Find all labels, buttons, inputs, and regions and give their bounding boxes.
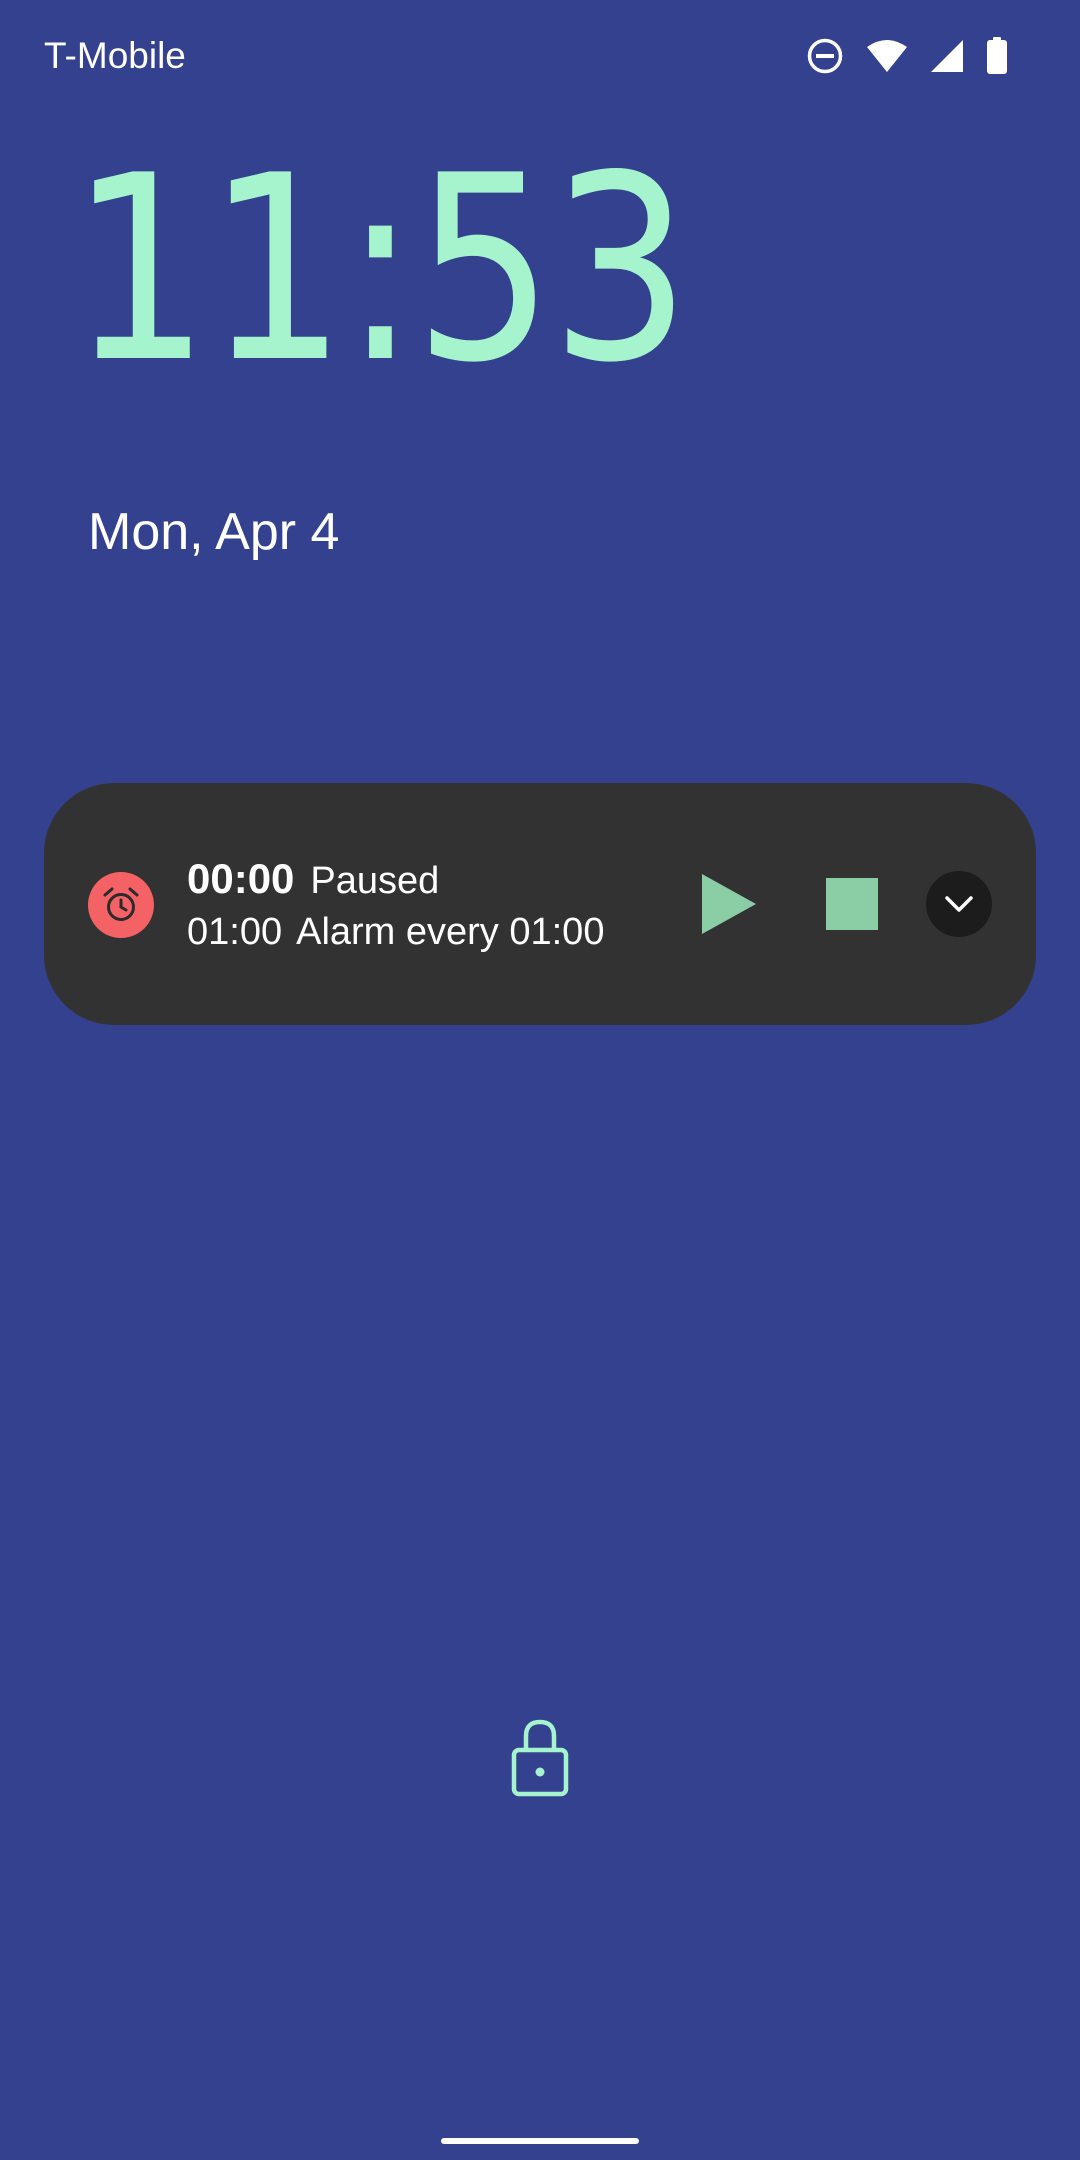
chevron-down-icon bbox=[945, 896, 973, 912]
timer-status: Paused bbox=[310, 860, 440, 902]
timer-value: 00:00 bbox=[187, 855, 295, 902]
alarm-clock-icon bbox=[88, 872, 154, 938]
notification-title-row: 00:00 Paused bbox=[187, 855, 439, 903]
status-bar: T-Mobile bbox=[0, 0, 1080, 112]
timer-description: Alarm every 01:00 bbox=[296, 911, 605, 953]
do-not-disturb-icon bbox=[806, 37, 844, 75]
notification-subtitle-row: 01:00 Alarm every 01:00 bbox=[187, 911, 604, 959]
timer-interval: 01:00 bbox=[187, 911, 283, 953]
play-button[interactable] bbox=[684, 864, 764, 944]
wifi-icon bbox=[866, 39, 908, 73]
carrier-name: T-Mobile bbox=[44, 35, 186, 76]
status-icons bbox=[806, 34, 1008, 78]
lockscreen-date: Mon, Apr 4 bbox=[88, 503, 340, 561]
timer-notification[interactable]: 00:00 Paused 01:00 Alarm every 01:00 bbox=[44, 783, 1036, 1025]
lockscreen-clock: 11:53 bbox=[70, 121, 691, 419]
lock-icon[interactable] bbox=[510, 1716, 570, 1798]
battery-icon bbox=[986, 37, 1008, 75]
stop-icon bbox=[826, 878, 878, 930]
play-icon bbox=[702, 874, 756, 934]
stop-button[interactable] bbox=[812, 864, 892, 944]
home-gesture-bar[interactable] bbox=[441, 2138, 639, 2144]
expand-button[interactable] bbox=[926, 871, 992, 937]
cell-signal-icon bbox=[930, 39, 964, 73]
